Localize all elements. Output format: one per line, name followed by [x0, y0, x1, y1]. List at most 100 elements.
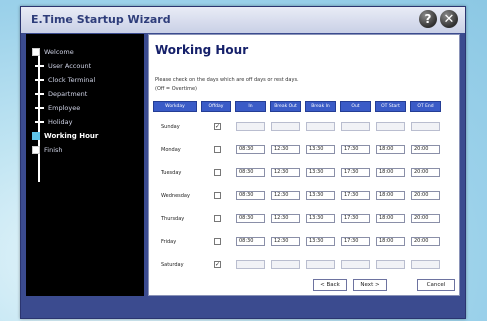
step-tick-icon	[35, 93, 44, 95]
time-field[interactable]: 08:30	[236, 168, 265, 177]
day-label: Sunday	[161, 124, 180, 130]
day-label: Thursday	[161, 216, 185, 222]
time-field[interactable]: 20:00	[411, 168, 440, 177]
time-field[interactable]	[271, 260, 300, 269]
sidebar-step-label: Employee	[48, 104, 81, 112]
day-label: Saturday	[161, 262, 184, 268]
sidebar-step-label: Working Hour	[44, 132, 99, 140]
offday-checkbox[interactable]: ✓	[214, 261, 221, 268]
time-field[interactable]: 17:30	[341, 145, 370, 154]
column-header: In	[235, 101, 266, 112]
wizard-steps-sidebar: Welcome User Account Clock Terminal Departm…	[26, 34, 144, 296]
offday-checkbox[interactable]	[214, 238, 221, 245]
time-field[interactable]	[341, 260, 370, 269]
time-field[interactable]: 17:30	[341, 214, 370, 223]
page-title: Working Hour	[155, 43, 249, 57]
sidebar-step-clock-terminal: Clock Terminal	[32, 74, 95, 86]
offday-checkbox[interactable]	[214, 169, 221, 176]
column-header: OT Start	[375, 101, 406, 112]
step-marker-icon	[32, 146, 40, 154]
column-header: Workday	[153, 101, 197, 112]
time-field[interactable]	[306, 260, 335, 269]
time-field[interactable]	[376, 260, 405, 269]
time-field[interactable]: 12:30	[271, 237, 300, 246]
sidebar-step-user-account: User Account	[32, 60, 91, 72]
title-bar: E.Time Startup Wizard ? ✕	[21, 7, 465, 33]
close-icon[interactable]: ✕	[440, 10, 458, 28]
sidebar-step-label: Welcome	[44, 48, 74, 56]
time-field[interactable]: 18:00	[376, 237, 405, 246]
wizard-window: E.Time Startup Wizard ? ✕ Welcome User Ac…	[20, 6, 466, 319]
step-marker-icon	[32, 48, 40, 56]
time-field[interactable]: 08:30	[236, 237, 265, 246]
column-header: Out	[340, 101, 371, 112]
step-tick-icon	[35, 79, 44, 81]
sidebar-step-holiday: Holiday	[32, 116, 72, 128]
time-field[interactable]: 17:30	[341, 168, 370, 177]
offday-checkbox[interactable]: ✓	[214, 123, 221, 130]
day-label: Wednesday	[161, 193, 190, 199]
time-field[interactable]: 20:00	[411, 237, 440, 246]
time-field[interactable]: 12:30	[271, 214, 300, 223]
sidebar-step-welcome: Welcome	[32, 46, 74, 58]
sidebar-step-label: Clock Terminal	[48, 76, 96, 84]
sidebar-step-employee: Employee	[32, 102, 80, 114]
instruction-text: Please check on the days which are off d…	[155, 77, 299, 83]
overtime-note: (Off = Overtime)	[155, 86, 197, 92]
sidebar-step-label: Holiday	[48, 118, 73, 126]
day-label: Tuesday	[161, 170, 182, 176]
sidebar-step-label: Finish	[44, 146, 63, 154]
sidebar-step-finish: Finish	[32, 144, 63, 156]
time-field[interactable]: 18:00	[376, 214, 405, 223]
offday-checkbox[interactable]	[214, 146, 221, 153]
sidebar-step-label: User Account	[48, 62, 92, 70]
column-header: Break Out	[270, 101, 301, 112]
content-panel: Working Hour Please check on the days wh…	[148, 34, 460, 296]
time-field[interactable]: 20:00	[411, 191, 440, 200]
time-field[interactable]: 18:00	[376, 191, 405, 200]
time-field[interactable]: 08:30	[236, 214, 265, 223]
cancel-button[interactable]: Cancel	[417, 279, 455, 291]
window-title: E.Time Startup Wizard	[31, 13, 171, 26]
time-field[interactable]: 13:30	[306, 237, 335, 246]
time-field[interactable]: 13:30	[306, 191, 335, 200]
active-step-icon	[32, 132, 40, 140]
time-field[interactable]: 08:30	[236, 191, 265, 200]
day-label: Monday	[161, 147, 181, 153]
step-tick-icon	[35, 65, 44, 67]
time-field[interactable]: 18:00	[376, 168, 405, 177]
time-field[interactable]	[411, 260, 440, 269]
time-field[interactable]: 13:30	[306, 168, 335, 177]
column-header: OT End	[410, 101, 441, 112]
time-field[interactable]: 08:30	[236, 145, 265, 154]
time-field[interactable]: 13:30	[306, 145, 335, 154]
time-field[interactable]	[271, 122, 300, 131]
time-field[interactable]: 12:30	[271, 191, 300, 200]
time-field[interactable]	[236, 122, 265, 131]
step-tick-icon	[35, 121, 44, 123]
time-field[interactable]	[341, 122, 370, 131]
time-field[interactable]	[376, 122, 405, 131]
help-icon[interactable]: ?	[419, 10, 437, 28]
time-field[interactable]: 12:30	[271, 168, 300, 177]
time-field[interactable]	[411, 122, 440, 131]
time-field[interactable]: 17:30	[341, 237, 370, 246]
time-field[interactable]	[306, 122, 335, 131]
time-field[interactable]: 20:00	[411, 214, 440, 223]
time-field[interactable]: 20:00	[411, 145, 440, 154]
back-button[interactable]: < Back	[313, 279, 347, 291]
sidebar-step-department: Department	[32, 88, 87, 100]
time-field[interactable]: 17:30	[341, 191, 370, 200]
column-header: Offday	[201, 101, 231, 112]
sidebar-step-label: Department	[48, 90, 88, 98]
time-field[interactable]: 18:00	[376, 145, 405, 154]
day-label: Friday	[161, 239, 177, 245]
time-field[interactable]	[236, 260, 265, 269]
time-field[interactable]: 12:30	[271, 145, 300, 154]
offday-checkbox[interactable]	[214, 215, 221, 222]
time-field[interactable]: 13:30	[306, 214, 335, 223]
offday-checkbox[interactable]	[214, 192, 221, 199]
column-header: Break In	[305, 101, 336, 112]
sidebar-step-working-hour: Working Hour	[32, 130, 98, 142]
next-button[interactable]: Next >	[353, 279, 387, 291]
